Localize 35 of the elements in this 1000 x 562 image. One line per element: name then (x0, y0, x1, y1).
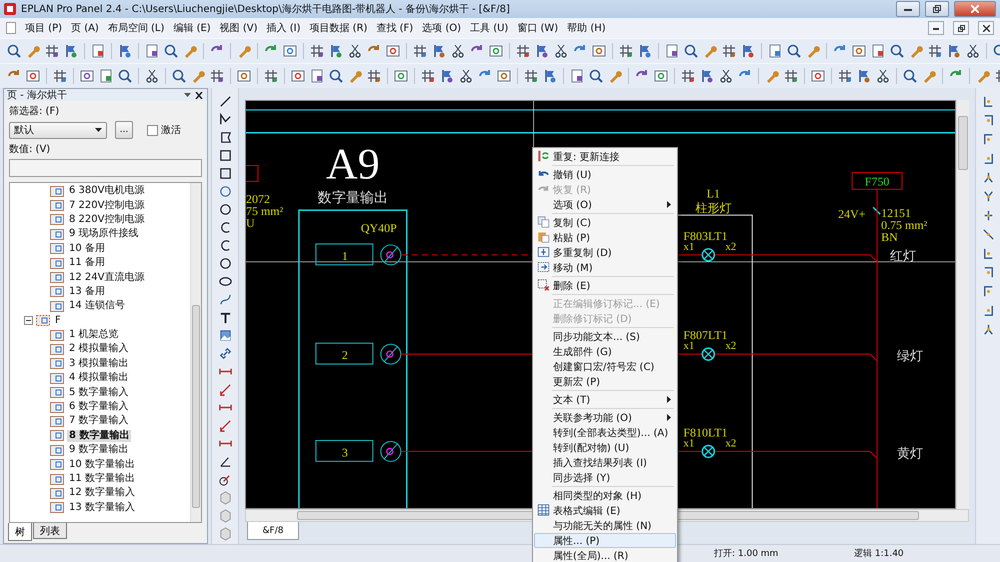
wire-label: 75 mm² (246, 204, 284, 218)
status-text: 逻辑 1:1.40 (854, 548, 905, 560)
wire-label: 2072 (246, 192, 270, 206)
filter-label: 筛选器: (F) (9, 104, 60, 118)
lamp-tag: F810LT1 (683, 426, 728, 440)
status-text: 打开: 1.00 mm (714, 548, 780, 560)
pin-label: x2 (725, 437, 736, 450)
pin-label: x2 (725, 240, 736, 253)
wire-label: U (246, 216, 255, 230)
pin-label: x1 (683, 340, 694, 352)
window-title: EPLAN Pro Panel 2.4 - C:\Users\Liuchengjie\Desktop\海尔烘干电路图-带机器人 - 备份\海尔烘干 - [&F/8] (21, 2, 511, 16)
lamp-group-name: L1 (706, 186, 720, 200)
lamp-label: 黄灯 (897, 445, 924, 460)
checkbox-label: 激活 (161, 124, 181, 137)
lamp-tag: F807LT1 (683, 328, 728, 342)
page-subtitle: 数字量输出 (318, 191, 388, 206)
slot-number: 3 (342, 445, 348, 460)
lamp-label: 绿灯 (897, 348, 924, 364)
lamp-tag: F803LT1 (683, 229, 728, 243)
potential-tag: F750 (864, 174, 890, 188)
potential-name: 24V+ (838, 207, 866, 222)
lamp-label: 红灯 (890, 248, 916, 263)
page-title: A9 (326, 140, 380, 188)
slot-number: 1 (342, 248, 348, 263)
wire-label: 12151 (881, 206, 912, 220)
panel-title: 页 - 海尔烘干 (7, 90, 68, 100)
wire-label: BN (881, 230, 898, 244)
wire-label: 0.75 mm² (881, 218, 928, 232)
lamp-group-type: 柱形灯 (695, 201, 732, 216)
module-name: QY40P (360, 221, 397, 236)
value-label: 数值: (V) (9, 143, 52, 156)
pin-label: x1 (683, 437, 694, 450)
pin-label: x1 (683, 240, 694, 253)
slot-number: 2 (342, 348, 348, 362)
pin-label: x2 (725, 340, 736, 352)
